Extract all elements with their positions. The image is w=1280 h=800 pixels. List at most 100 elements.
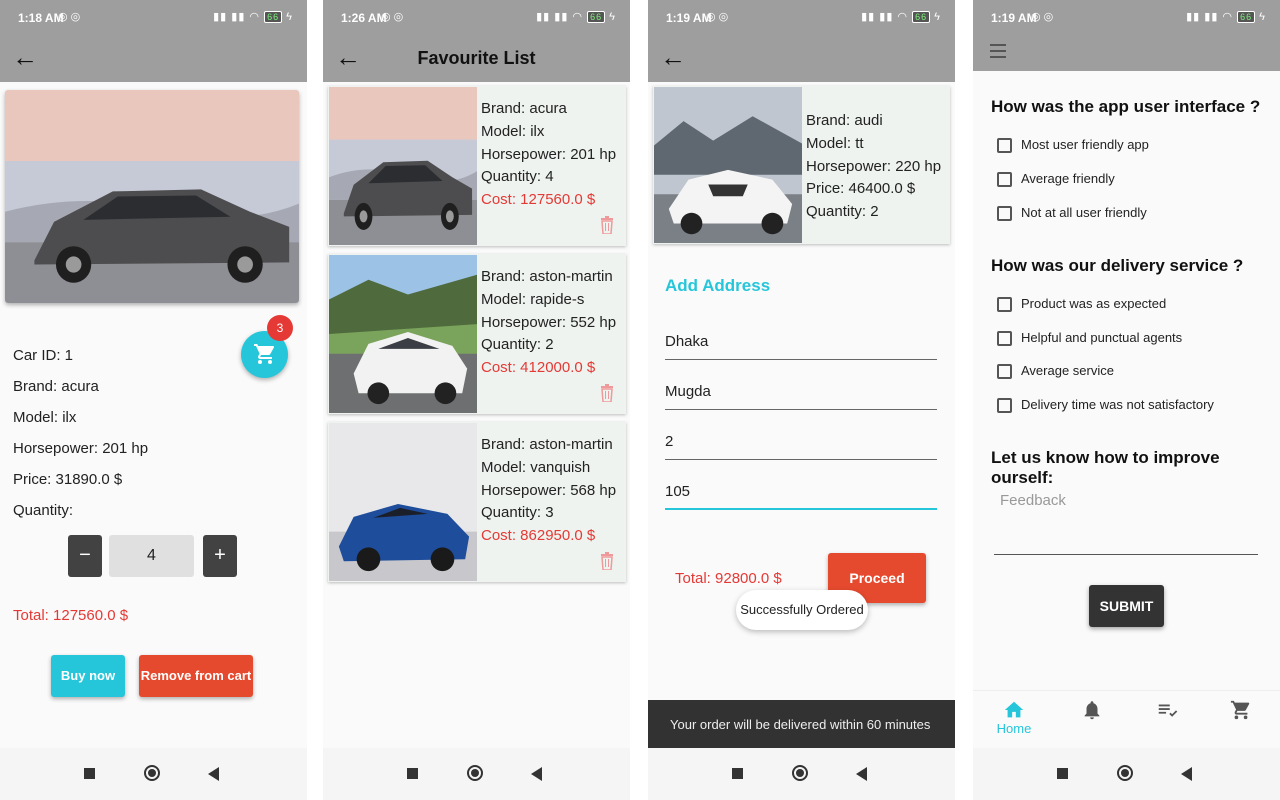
option-checkbox[interactable]: Not at all user friendly <box>997 205 1147 222</box>
system-nav-bar <box>648 748 955 800</box>
favourite-list-screen: 1:26 AM ◎ ◎ ▮▮ ▮▮ ◠ 66 ϟ ← Favourite Lis… <box>323 0 630 800</box>
bottom-navigation: Home <box>973 690 1280 748</box>
notification-icons: ◎ ◎ <box>706 11 729 23</box>
favourite-card[interactable]: Brand: aston-martin Model: vanquish Hors… <box>328 422 626 582</box>
favourite-card[interactable]: Brand: aston-martin Model: rapide-s Hors… <box>328 254 626 414</box>
notification-icons: ◎ ◎ <box>381 11 404 23</box>
delete-icon[interactable] <box>600 552 614 570</box>
option-checkbox[interactable]: Product was as expected <box>997 296 1166 313</box>
delete-icon[interactable] <box>600 216 614 234</box>
system-nav-bar <box>323 748 630 800</box>
total-price: Total: 127560.0 $ <box>13 607 129 624</box>
option-checkbox[interactable]: Average friendly <box>997 171 1115 188</box>
ui-question: How was the app user interface ? <box>991 97 1261 116</box>
checkbox-icon[interactable] <box>997 398 1012 414</box>
car-image <box>654 87 802 243</box>
option-checkbox[interactable]: Helpful and punctual agents <box>997 330 1182 347</box>
nav-notifications[interactable] <box>1067 699 1117 721</box>
nav-cart[interactable] <box>1216 699 1266 721</box>
submit-button[interactable]: SUBMIT <box>1089 585 1164 627</box>
checkbox-icon[interactable] <box>997 297 1012 313</box>
back-arrow-icon[interactable]: ← <box>660 44 686 70</box>
battery-icon: 66 <box>1237 11 1256 23</box>
back-triangle-icon[interactable] <box>208 767 219 781</box>
notification-icons: ◎ ◎ <box>58 11 81 23</box>
recents-icon[interactable] <box>1057 768 1068 779</box>
remove-from-cart-button[interactable]: Remove from cart <box>139 655 253 697</box>
checkbox-icon[interactable] <box>997 331 1012 347</box>
recents-icon[interactable] <box>84 768 95 779</box>
card-model: Model: vanquish <box>481 458 591 476</box>
address-city-field[interactable]: Dhaka <box>665 330 937 360</box>
card-price: Price: 46400.0 $ <box>806 180 916 198</box>
address-house-field[interactable]: 105 <box>665 480 937 510</box>
app-bar: ← <box>648 36 955 82</box>
option-checkbox[interactable]: Most user friendly app <box>997 137 1149 154</box>
quantity-value: 4 <box>109 535 194 577</box>
option-checkbox[interactable]: Delivery time was not satisfactory <box>997 397 1214 414</box>
car-image <box>329 87 477 245</box>
status-time: 1:19 AM <box>991 11 1037 25</box>
battery-icon: 66 <box>587 11 606 23</box>
quantity-label: Quantity: <box>13 502 74 519</box>
notification-icons: ◎ ◎ <box>1031 11 1054 23</box>
app-bar: ← <box>0 36 307 82</box>
checkbox-icon[interactable] <box>997 172 1012 188</box>
nav-home[interactable]: Home <box>989 699 1039 736</box>
option-label: Most user friendly app <box>1021 137 1149 152</box>
system-icons: ▮▮ ▮▮ ◠ 66 ϟ <box>861 11 941 23</box>
success-toast: Successfully Ordered <box>736 590 868 630</box>
checkbox-icon[interactable] <box>997 364 1012 380</box>
card-quantity: Quantity: 2 <box>481 336 554 354</box>
order-total: Total: 92800.0 $ <box>675 570 782 587</box>
favourite-card[interactable]: Brand: acura Model: ilx Horsepower: 201 … <box>328 86 626 246</box>
bell-icon <box>1084 701 1100 720</box>
card-cost: Cost: 127560.0 $ <box>481 191 596 209</box>
card-horsepower: Horsepower: 552 hp <box>481 313 617 331</box>
home-circle-icon[interactable] <box>792 765 808 781</box>
system-icons: ▮▮ ▮▮ ◠ 66 ϟ <box>1186 11 1266 23</box>
home-circle-icon[interactable] <box>1117 765 1133 781</box>
add-address-heading: Add Address <box>665 276 771 295</box>
app-bar: ← Favourite List <box>323 36 630 82</box>
car-horsepower: Horsepower: 201 hp <box>13 440 149 457</box>
home-icon <box>1004 701 1024 718</box>
card-details: Brand: audi Model: tt Horsepower: 220 hp… <box>806 110 941 224</box>
address-road-field[interactable]: 2 <box>665 430 937 460</box>
back-triangle-icon[interactable] <box>1181 767 1192 781</box>
home-circle-icon[interactable] <box>144 765 160 781</box>
status-bar: 1:19 AM ◎ ◎ ▮▮ ▮▮ ◠ 66 ϟ <box>973 0 1280 36</box>
card-quantity: Quantity: 4 <box>481 168 554 186</box>
card-quantity: Quantity: 2 <box>806 203 879 221</box>
increment-button[interactable]: + <box>203 535 237 577</box>
system-icons: ▮▮ ▮▮ ◠ 66 ϟ <box>213 11 293 23</box>
system-nav-bar <box>0 748 307 800</box>
decrement-button[interactable]: − <box>68 535 102 577</box>
feedback-input[interactable]: Feedback <box>994 490 1258 555</box>
menu-icon[interactable] <box>990 44 1006 62</box>
app-bar <box>973 36 1280 71</box>
nav-orders[interactable] <box>1142 699 1192 721</box>
card-model: Model: tt <box>806 134 864 152</box>
buy-now-button[interactable]: Buy now <box>51 655 125 697</box>
delivery-question: How was our delivery service ? <box>991 256 1244 275</box>
address-area-field[interactable]: Mugda <box>665 380 937 410</box>
back-triangle-icon[interactable] <box>856 767 867 781</box>
car-image <box>329 255 477 413</box>
car-image <box>329 423 477 581</box>
recents-icon[interactable] <box>732 768 743 779</box>
recents-icon[interactable] <box>407 768 418 779</box>
delete-icon[interactable] <box>600 384 614 402</box>
checkbox-icon[interactable] <box>997 138 1012 154</box>
home-circle-icon[interactable] <box>467 765 483 781</box>
back-triangle-icon[interactable] <box>531 767 542 781</box>
feedback-screen: 1:19 AM ◎ ◎ ▮▮ ▮▮ ◠ 66 ϟ How was the app… <box>973 0 1280 800</box>
back-arrow-icon[interactable]: ← <box>12 44 38 70</box>
nav-home-label: Home <box>996 721 1032 736</box>
status-bar: 1:18 AM ◎ ◎ ▮▮ ▮▮ ◠ 66 ϟ <box>0 0 307 36</box>
option-checkbox[interactable]: Average service <box>997 363 1114 380</box>
card-details: Brand: aston-martin Model: vanquish Hors… <box>481 434 616 548</box>
card-horsepower: Horsepower: 220 hp <box>806 157 942 175</box>
card-model: Model: ilx <box>481 122 545 140</box>
checkbox-icon[interactable] <box>997 206 1012 222</box>
